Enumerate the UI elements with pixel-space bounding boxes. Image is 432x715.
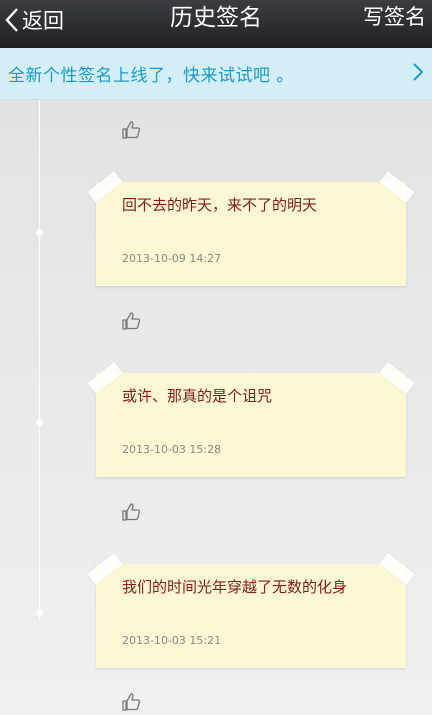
thumbs-up-icon[interactable] [121, 311, 141, 331]
timeline-dot [36, 609, 43, 616]
signature-card[interactable]: 或许、那真的是个诅咒 2013-10-03 15:28 [87, 362, 415, 477]
thumbs-up-icon[interactable] [121, 502, 141, 522]
tape-decoration [379, 171, 415, 203]
tape-decoration [87, 553, 123, 585]
thumbs-up-icon[interactable] [121, 120, 141, 140]
promo-banner[interactable]: 全新个性签名上线了，快来试试吧 。 [0, 48, 432, 100]
write-signature-button[interactable]: 写签名 [363, 0, 426, 40]
signature-text: 我们的时间光年穿越了无数的化身 [122, 578, 348, 596]
thumbs-up-icon[interactable] [121, 692, 141, 712]
top-bar: 返回 历史签名 写签名 [0, 0, 432, 48]
signature-time: 2013-10-03 15:21 [122, 634, 222, 647]
signature-time: 2013-10-03 15:28 [122, 443, 222, 456]
timeline-dot [36, 419, 43, 426]
tape-decoration [379, 553, 415, 585]
tape-decoration [87, 362, 123, 394]
signature-time: 2013-10-09 14:27 [122, 252, 222, 265]
signature-card[interactable]: 回不去的昨天，来不了的明天 2013-10-09 14:27 [87, 171, 415, 286]
tape-decoration [379, 362, 415, 394]
chevron-right-icon [413, 63, 424, 81]
timeline-dot [36, 229, 43, 236]
tape-decoration [87, 171, 123, 203]
banner-text: 全新个性签名上线了，快来试试吧 。 [8, 66, 294, 86]
signature-card[interactable]: 我们的时间光年穿越了无数的化身 2013-10-03 15:21 [87, 553, 415, 668]
signature-text: 或许、那真的是个诅咒 [122, 387, 273, 405]
timeline-line [39, 100, 40, 620]
signature-text: 回不去的昨天，来不了的明天 [122, 196, 318, 214]
